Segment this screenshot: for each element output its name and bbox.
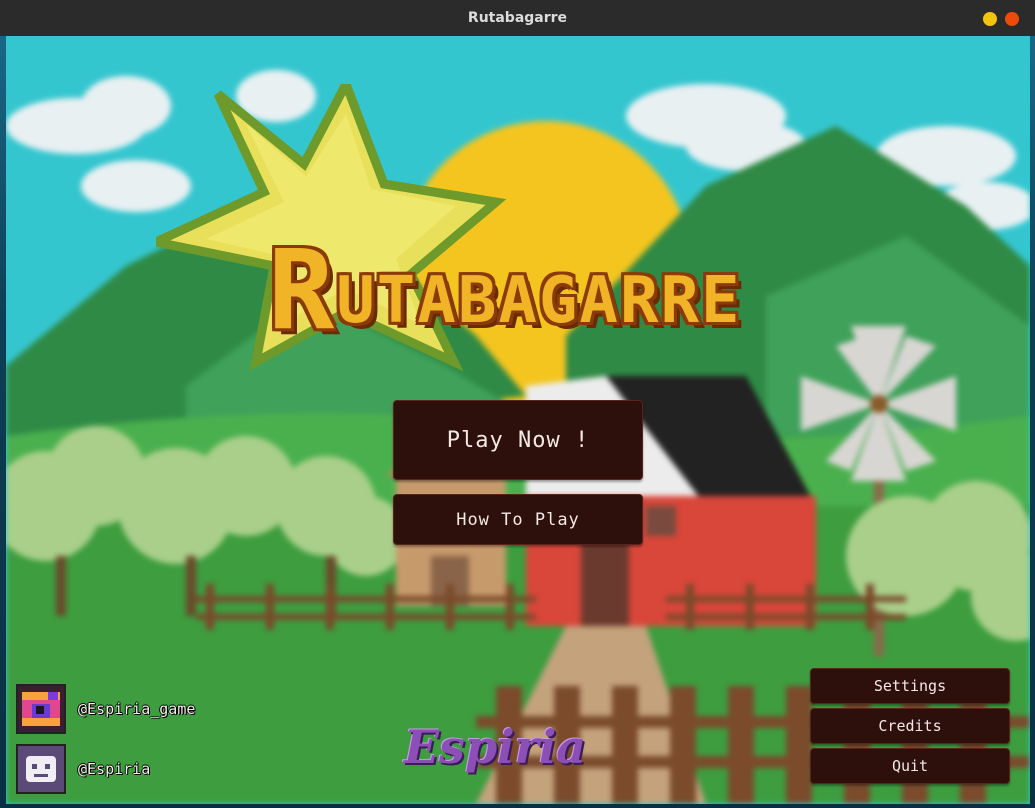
social-handle-studio: @Espiria [78,760,151,778]
studio-avatar-icon [16,744,66,794]
credits-button[interactable]: Credits [810,708,1010,744]
window-titlebar[interactable]: Rutabagarre [0,0,1035,36]
social-handle-game: @Espiria_game [78,700,196,718]
play-now-button[interactable]: Play Now ! [393,400,643,480]
game-avatar-icon [16,684,66,734]
settings-button[interactable]: Settings [810,668,1010,704]
quit-button[interactable]: Quit [810,748,1010,784]
social-link-studio[interactable]: @Espiria [16,744,150,794]
studio-logo: Espiria [404,720,587,774]
social-link-game[interactable]: @Espiria_game [16,684,195,734]
game-logo-title: RUTABAGARRE [268,226,742,354]
how-to-play-button[interactable]: How To Play [393,494,643,545]
close-button[interactable] [1005,12,1019,26]
game-window: Rutabagarre RUTABAGARRE Play Now ! How T… [0,0,1035,808]
minimize-button[interactable] [983,12,997,26]
window-title: Rutabagarre [467,10,568,26]
game-logo: RUTABAGARRE [156,84,896,374]
main-menu-scene: RUTABAGARRE Play Now ! How To Play Setti… [6,36,1030,804]
